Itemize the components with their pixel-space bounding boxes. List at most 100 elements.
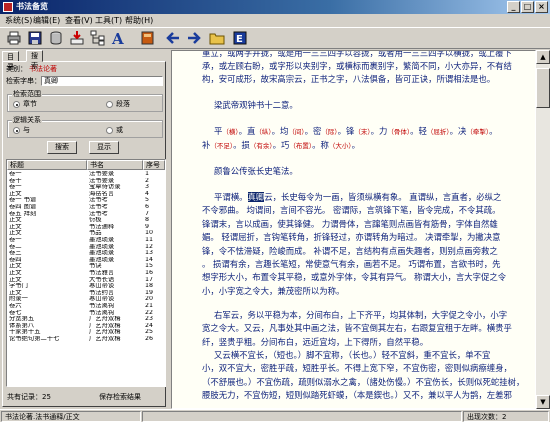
minimize-button[interactable]: _ <box>507 1 520 13</box>
document-view[interactable]: 重立，或两字并拢，或是用一三三四字以容拢，或者用一三三四字以横拢，或上覆下 承，… <box>171 50 536 409</box>
logic-or-radio[interactable] <box>106 127 113 134</box>
doc-scrollbar[interactable]: ▲ ▼ <box>536 50 550 409</box>
list-item[interactable]: 论书绝句第二十七 广艺舟双楫 26 <box>7 336 165 343</box>
list-item-title: 卷二 <box>9 243 22 250</box>
list-item[interactable]: 卷一 墨池琐录 11 <box>7 237 165 244</box>
list-item[interactable]: 卷一 书谱 法书考 5 <box>7 197 165 204</box>
range-paragraph-radio[interactable] <box>106 101 113 108</box>
doc-formula: 平（横）。直（纵）。均（间）。密（际）。锋（末）。力（骨体）。轻（屈折）。决（牵… <box>214 125 514 139</box>
list-item[interactable]: 十家第十五 广艺舟双楫 25 <box>7 329 165 336</box>
doc-line: （不舒展也。）不宜伤疏，疏则似溺水之禽，（諸处伤慢。）不宜伤长，长则似死蛇挂树， <box>202 376 525 387</box>
list-item-book: 书法约言 <box>89 289 115 296</box>
printer-icon[interactable] <box>6 30 22 46</box>
download-icon[interactable] <box>69 30 85 46</box>
list-item[interactable]: 卷二 墨池琐录 12 <box>7 244 165 251</box>
show-button[interactable]: 显示 <box>89 141 119 154</box>
list-item[interactable]: 分宽第五 广艺舟双楫 23 <box>7 316 165 323</box>
list-item[interactable]: 正文 大书长语 17 <box>7 277 165 284</box>
range-chapter-radio[interactable] <box>13 101 20 108</box>
folder-icon[interactable] <box>209 30 225 46</box>
list-item[interactable]: 卷一 法书要录 1 <box>7 171 165 178</box>
doc-line: 小，小字宽之令大，兼茂密所以为称。 <box>202 285 345 296</box>
list-item-title: 卷七 <box>9 309 22 316</box>
book-icon[interactable] <box>140 30 156 46</box>
list-item-book: 衍极 <box>89 217 102 224</box>
results-list-header: 标题 书名 序号 <box>7 160 165 170</box>
back-arrow-icon[interactable] <box>165 30 181 46</box>
logic-and-radio[interactable] <box>13 127 20 134</box>
list-item[interactable]: 卷七 书法离钩 22 <box>7 310 165 317</box>
list-item[interactable]: 正文 书法通释 9 <box>7 224 165 231</box>
window-title: 书法备览 <box>16 2 48 11</box>
list-item[interactable]: 正文 书诀 15 <box>7 263 165 270</box>
list-item[interactable]: 卷一 宝章待访录 3 <box>7 184 165 191</box>
keyword-input[interactable]: 真卿 <box>41 76 163 86</box>
list-item[interactable]: 卷四 图谱 法书考 6 <box>7 204 165 211</box>
list-item[interactable]: 卷三 墨池琐录 13 <box>7 250 165 257</box>
font-icon[interactable]: A <box>111 30 131 46</box>
list-item-title: 论书绝句第二十七 <box>9 336 60 342</box>
close-button[interactable]: × <box>535 1 548 13</box>
list-item-index: 2 <box>145 177 150 184</box>
menu-tools[interactable]: 工具(T) <box>92 15 125 26</box>
status-path: 书法论著.法书通释/正文 <box>1 411 141 422</box>
para-pre: 平谓横。 <box>214 192 248 202</box>
database-icon[interactable] <box>48 30 64 46</box>
list-item[interactable]: 正文 书品 10 <box>7 230 165 237</box>
save-results-link[interactable]: 保存检索结果 <box>99 393 141 402</box>
search-button[interactable]: 搜索 <box>47 141 77 154</box>
scroll-up-button[interactable]: ▲ <box>536 50 550 64</box>
list-item[interactable]: 卷五 拜刻 法书考 7 <box>7 211 165 218</box>
search-hit[interactable]: 真卿 <box>247 192 265 202</box>
column-title[interactable]: 标题 <box>7 160 87 170</box>
column-book[interactable]: 书名 <box>87 160 143 170</box>
list-item-index: 14 <box>145 256 154 263</box>
doc-heading: 梁武帝观钟书十二意。 <box>214 100 298 110</box>
list-item-title: 卷十 <box>9 177 22 184</box>
list-item-title: 卷一 <box>9 237 22 243</box>
scroll-down-button[interactable]: ▼ <box>536 395 550 409</box>
save-icon[interactable] <box>27 30 43 46</box>
list-item-book: 墨池琐录 <box>89 250 115 257</box>
list-item-index: 24 <box>145 322 154 329</box>
list-item-title: 卷一 <box>9 184 22 191</box>
list-item-index: 22 <box>145 309 154 316</box>
doc-line: 平谓横。真卿云，长史每令为一画，皆须纵横有象。 直谓纵，言直者，必纵之 <box>214 191 514 204</box>
list-item[interactable]: 学书门 寒山帚谈 18 <box>7 283 165 290</box>
list-item-title: 正文 <box>9 289 22 296</box>
list-item-index: 20 <box>145 296 154 303</box>
list-item[interactable]: 正文 书法约言 19 <box>7 290 165 297</box>
list-item[interactable]: 正文 衍极 8 <box>7 217 165 224</box>
menu-edit[interactable]: 编辑(E) <box>30 15 63 26</box>
list-item-title: 正文 <box>9 270 22 276</box>
formula-term: 。直 <box>238 126 256 136</box>
formula-term: 。轻 <box>410 126 427 136</box>
column-index[interactable]: 序号 <box>143 160 165 170</box>
list-item[interactable]: 体系第八 广艺舟双楫 24 <box>7 323 165 330</box>
tree-icon[interactable] <box>90 30 106 46</box>
list-item[interactable]: 卷四 墨池琐录 14 <box>7 257 165 264</box>
maximize-button[interactable]: □ <box>521 1 534 13</box>
category-label: 类别： <box>6 65 27 73</box>
list-item[interactable]: 正文 海岳名言 4 <box>7 191 165 198</box>
menu-help[interactable]: 帮助(H) <box>122 15 156 26</box>
list-item-index: 1 <box>145 171 150 177</box>
list-item[interactable]: 卷十 法书要录 2 <box>7 178 165 185</box>
tab-search[interactable]: 搜索 <box>26 50 43 70</box>
list-item-book: 广艺舟双楫 <box>89 336 121 342</box>
export-icon[interactable]: E <box>232 30 248 46</box>
status-bar: 书法论著.法书通释/正文 出现次数：2 <box>0 409 550 422</box>
list-item-book: 墨池琐录 <box>89 256 115 263</box>
list-item-book: 书法通释 <box>89 223 115 230</box>
menu-view[interactable]: 查看(V) <box>62 15 96 26</box>
doc-line: 又云横不宜长，（短也。）脚不宜称，（长也。）轻不宜斜，重不宜长，单不宜 <box>214 350 491 360</box>
doc-line: 承，或左顾右盼，或字形以夹别字，或横标而裹别字，繁简不同，小大亦异，不有结 <box>202 61 512 71</box>
doc-line: 。 损谓有余，言趣长笔短，常使意气有余，画若不足。 巧谓布置，言欲书时，先 <box>202 259 501 269</box>
scroll-thumb[interactable] <box>536 68 550 108</box>
list-item-title: 卷六 <box>9 303 22 309</box>
forward-arrow-icon[interactable] <box>186 30 202 46</box>
list-item-index: 4 <box>145 190 150 197</box>
list-item[interactable]: 正文 书法雅言 16 <box>7 270 165 277</box>
list-item[interactable]: 卷六 书法离钩 21 <box>7 303 165 310</box>
list-item[interactable]: 附录一 寒山帚谈 20 <box>7 296 165 303</box>
